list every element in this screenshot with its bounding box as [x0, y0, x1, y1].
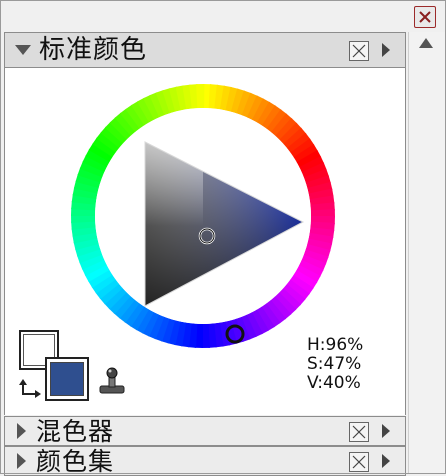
window-frame [0, 0, 446, 474]
